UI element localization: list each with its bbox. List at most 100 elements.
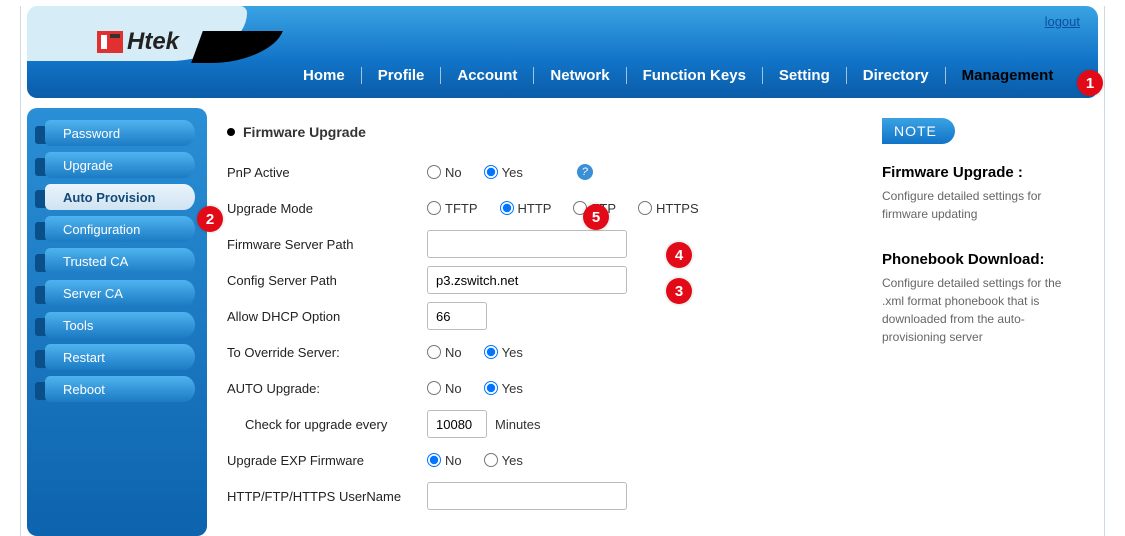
label-pnp-active: PnP Active bbox=[227, 165, 427, 180]
upgrade-mode-option-tftp[interactable]: TFTP bbox=[427, 201, 478, 216]
logout-link[interactable]: logout bbox=[1045, 14, 1080, 29]
upgrade-mode-label-tftp: TFTP bbox=[445, 201, 478, 216]
sidebar-item-label: Trusted CA bbox=[63, 254, 128, 269]
note-panel: NOTE Firmware Upgrade : Configure detail… bbox=[868, 108, 1098, 536]
logo-area: Htek bbox=[27, 6, 257, 98]
override-server-radio-no[interactable] bbox=[427, 345, 441, 359]
upgrade-mode-label-http: HTTP bbox=[518, 201, 552, 216]
upgrade-exp-radio-no[interactable] bbox=[427, 453, 441, 467]
auto-upgrade-option-no[interactable]: No bbox=[427, 381, 462, 396]
upgrade-mode-label-https: HTTPS bbox=[656, 201, 699, 216]
auto-upgrade-radios: No Yes bbox=[427, 381, 537, 396]
upgrade-mode-radio-https[interactable] bbox=[638, 201, 652, 215]
sidebar-item-server-ca[interactable]: Server CA bbox=[27, 278, 207, 308]
nav-item-profile[interactable]: Profile bbox=[362, 67, 442, 84]
nav-item-network[interactable]: Network bbox=[534, 67, 626, 84]
pnp-active-label-no: No bbox=[445, 165, 462, 180]
allow-dhcp-input[interactable] bbox=[427, 302, 487, 330]
override-server-option-no[interactable]: No bbox=[427, 345, 462, 360]
label-cfg-server-path: Config Server Path bbox=[227, 273, 427, 288]
nav-item-directory[interactable]: Directory bbox=[847, 67, 946, 84]
nav-item-function-keys[interactable]: Function Keys bbox=[627, 67, 763, 84]
nav-item-setting[interactable]: Setting bbox=[763, 67, 847, 84]
upgrade-mode-radio-http[interactable] bbox=[500, 201, 514, 215]
pnp-active-radio-no[interactable] bbox=[427, 165, 441, 179]
auto-upgrade-radio-yes[interactable] bbox=[484, 381, 498, 395]
override-radios: No Yes bbox=[427, 345, 537, 360]
sidebar-item-trusted-ca[interactable]: Trusted CA bbox=[27, 246, 207, 276]
http-username-input[interactable] bbox=[427, 482, 627, 510]
pnp-active-option-yes[interactable]: Yes bbox=[484, 165, 523, 180]
nav-item-account[interactable]: Account bbox=[441, 67, 534, 84]
upgrade-exp-label-no: No bbox=[445, 453, 462, 468]
pnp-active-label-yes: Yes bbox=[502, 165, 523, 180]
upgrade-exp-radio-yes[interactable] bbox=[484, 453, 498, 467]
minutes-unit: Minutes bbox=[495, 417, 541, 432]
top-nav: HomeProfileAccountNetworkFunction KeysSe… bbox=[287, 67, 1078, 84]
upgrade-exp-option-yes[interactable]: Yes bbox=[484, 453, 523, 468]
sidebar-item-label: Password bbox=[63, 126, 120, 141]
override-server-option-yes[interactable]: Yes bbox=[484, 345, 523, 360]
auto-upgrade-radio-no[interactable] bbox=[427, 381, 441, 395]
sidebar-item-label: Auto Provision bbox=[63, 190, 155, 205]
label-upgrade-exp: Upgrade EXP Firmware bbox=[227, 453, 427, 468]
override-server-radio-yes[interactable] bbox=[484, 345, 498, 359]
upgrade-exp-radios: No Yes bbox=[427, 453, 537, 468]
note-badge: NOTE bbox=[882, 118, 955, 144]
pnp-active-radio-yes[interactable] bbox=[484, 165, 498, 179]
auto-upgrade-option-yes[interactable]: Yes bbox=[484, 381, 523, 396]
label-check-every: Check for upgrade every bbox=[227, 417, 427, 432]
sidebar-item-upgrade[interactable]: Upgrade bbox=[27, 150, 207, 180]
firmware-server-path-input[interactable] bbox=[427, 230, 627, 258]
callout-5: 5 bbox=[583, 204, 609, 230]
sidebar-item-label: Upgrade bbox=[63, 158, 113, 173]
sidebar-item-restart[interactable]: Restart bbox=[27, 342, 207, 372]
sidebar-item-label: Server CA bbox=[63, 286, 123, 301]
sidebar-item-auto-provision[interactable]: Auto Provision bbox=[27, 182, 207, 212]
label-upgrade-mode: Upgrade Mode bbox=[227, 201, 427, 216]
upgrade-mode-option-https[interactable]: HTTPS bbox=[638, 201, 699, 216]
app-header: logout Htek HomeProfileAccountNetworkFun… bbox=[27, 6, 1098, 98]
sidebar: Password Upgrade Auto Provision Configurati… bbox=[27, 108, 207, 536]
bullet-icon bbox=[227, 128, 235, 136]
override-server-label-no: No bbox=[445, 345, 462, 360]
upgrade-mode-option-http[interactable]: HTTP bbox=[500, 201, 552, 216]
section-title-text: Firmware Upgrade bbox=[243, 124, 366, 140]
pnp-active-option-no[interactable]: No bbox=[427, 165, 462, 180]
note-text-firmware: Configure detailed settings for firmware… bbox=[882, 187, 1084, 223]
check-interval-input[interactable] bbox=[427, 410, 487, 438]
auto-upgrade-label-yes: Yes bbox=[502, 381, 523, 396]
config-server-path-input[interactable] bbox=[427, 266, 627, 294]
sidebar-item-configuration[interactable]: Configuration bbox=[27, 214, 207, 244]
brand-text: Htek bbox=[127, 28, 179, 56]
section-title: Firmware Upgrade bbox=[227, 124, 838, 140]
callout-1: 1 bbox=[1077, 70, 1103, 96]
upgrade-mode-radio-tftp[interactable] bbox=[427, 201, 441, 215]
brand-mark-icon bbox=[97, 31, 123, 53]
note-heading-firmware: Firmware Upgrade : bbox=[882, 164, 1084, 181]
sidebar-item-reboot[interactable]: Reboot bbox=[27, 374, 207, 404]
label-override: To Override Server: bbox=[227, 345, 427, 360]
sidebar-item-label: Restart bbox=[63, 350, 105, 365]
label-auto-upgrade: AUTO Upgrade: bbox=[227, 381, 427, 396]
override-server-label-yes: Yes bbox=[502, 345, 523, 360]
upgrade-exp-label-yes: Yes bbox=[502, 453, 523, 468]
upgrade-exp-option-no[interactable]: No bbox=[427, 453, 462, 468]
label-http-user: HTTP/FTP/HTTPS UserName bbox=[227, 489, 427, 504]
nav-item-management[interactable]: Management bbox=[946, 67, 1070, 84]
help-icon[interactable]: ? bbox=[577, 164, 593, 180]
nav-item-home[interactable]: Home bbox=[287, 67, 362, 84]
sidebar-item-tools[interactable]: Tools bbox=[27, 310, 207, 340]
callout-2: 2 bbox=[197, 206, 223, 232]
label-fw-server-path: Firmware Server Path bbox=[227, 237, 427, 252]
upgrade-mode-radios: TFTPHTTPFTPHTTPS bbox=[427, 201, 713, 216]
label-allow-dhcp: Allow DHCP Option bbox=[227, 309, 427, 324]
brand-logo: Htek bbox=[97, 28, 179, 56]
sidebar-item-label: Tools bbox=[63, 318, 93, 333]
sidebar-item-password[interactable]: Password bbox=[27, 118, 207, 148]
auto-upgrade-label-no: No bbox=[445, 381, 462, 396]
sidebar-item-label: Reboot bbox=[63, 382, 105, 397]
callout-4: 4 bbox=[666, 242, 692, 268]
sidebar-item-label: Configuration bbox=[63, 222, 140, 237]
note-heading-phonebook: Phonebook Download: bbox=[882, 251, 1084, 268]
